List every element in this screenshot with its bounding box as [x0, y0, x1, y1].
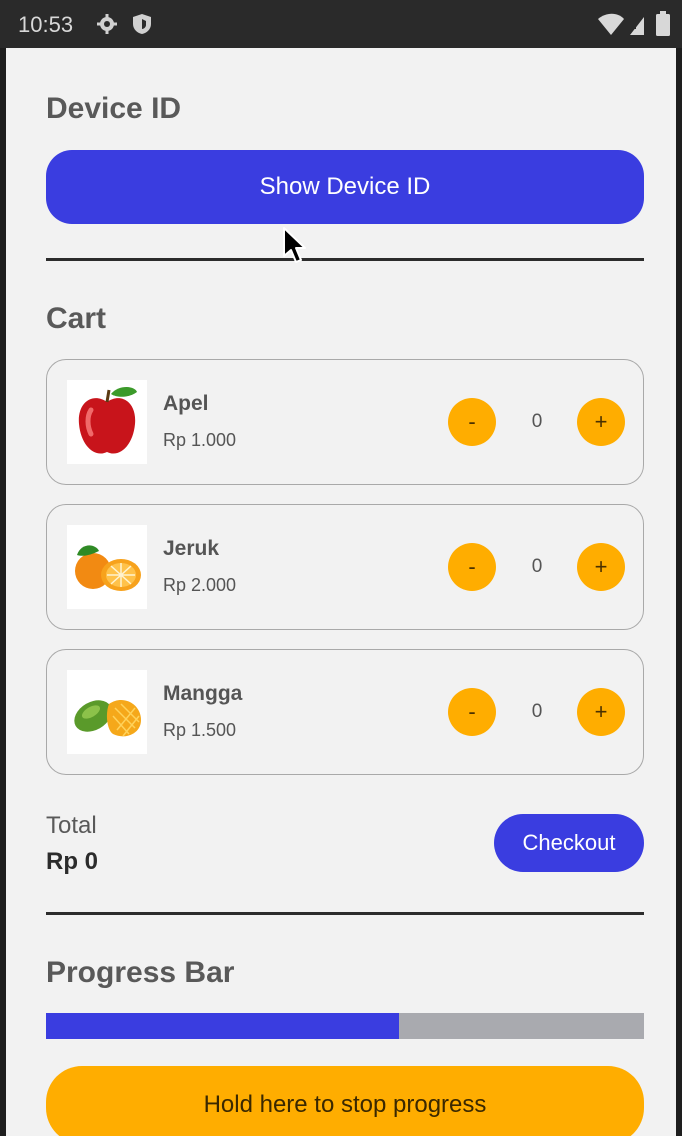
total-value: Rp 0 [46, 848, 99, 875]
show-device-id-button[interactable]: Show Device ID [46, 150, 644, 224]
cart-item-mangga: Mangga Rp 1.500 - 0 + [46, 649, 644, 775]
app-screen: Device ID Show Device ID Cart Apel Rp 1.… [6, 48, 676, 1136]
item-name: Mangga [163, 682, 243, 705]
status-bar: 10:53 [0, 0, 682, 48]
divider [46, 912, 644, 915]
item-name: Jeruk [163, 537, 220, 560]
checkout-button[interactable]: Checkout [494, 814, 644, 872]
cart-item-jeruk: Jeruk Rp 2.000 - 0 + [46, 504, 644, 630]
mouse-cursor-icon [282, 226, 308, 269]
divider [46, 258, 644, 261]
device-id-title: Device ID [46, 92, 182, 125]
quantity-value: 0 [531, 556, 543, 577]
increase-button[interactable]: + [577, 398, 625, 446]
cart-title: Cart [46, 302, 107, 335]
increase-button[interactable]: + [577, 543, 625, 591]
status-time: 10:53 [18, 12, 74, 37]
gear-icon [96, 13, 118, 40]
item-price: Rp 2.000 [163, 575, 237, 595]
decrease-button[interactable]: - [448, 398, 496, 446]
increase-button[interactable]: + [577, 688, 625, 736]
quantity-value: 0 [531, 411, 543, 432]
wifi-icon [596, 13, 646, 42]
decrease-button[interactable]: - [448, 543, 496, 591]
decrease-button[interactable]: - [448, 688, 496, 736]
progress-bar [46, 1013, 644, 1039]
cart-item-apel: Apel Rp 1.000 - 0 + [46, 359, 644, 485]
hold-to-stop-button[interactable]: Hold here to stop progress [46, 1066, 644, 1136]
orange-icon [67, 525, 147, 609]
quantity-value: 0 [531, 701, 543, 722]
battery-icon [655, 11, 671, 42]
total-label: Total [46, 812, 97, 839]
apple-icon [67, 380, 147, 464]
progress-bar-title: Progress Bar [46, 956, 235, 989]
item-price: Rp 1.000 [163, 430, 237, 450]
shield-icon [132, 13, 152, 40]
progress-fill [46, 1013, 399, 1039]
mango-icon [67, 670, 147, 754]
item-price: Rp 1.500 [163, 720, 237, 740]
item-name: Apel [163, 392, 209, 415]
